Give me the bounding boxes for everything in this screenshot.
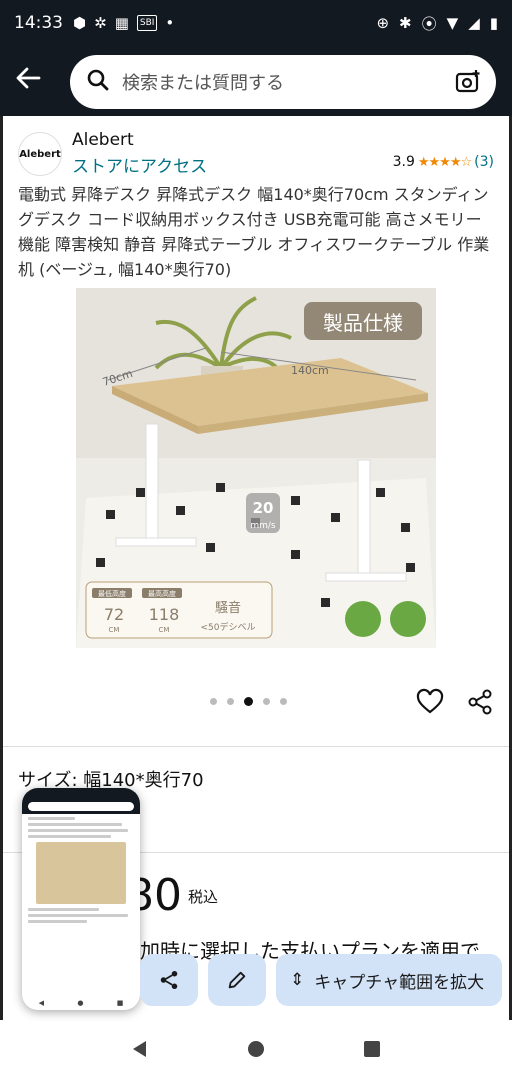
carousel-dot-active xyxy=(244,697,253,706)
noise-value: <50デシベル xyxy=(201,621,256,633)
search-bar[interactable]: 検索または質問する xyxy=(70,55,496,109)
min-height-value: 72 xyxy=(104,605,124,624)
cube-icon: ⬢ xyxy=(73,14,87,32)
carousel-dot xyxy=(227,698,234,705)
back-arrow-icon[interactable] xyxy=(14,64,44,94)
calendar-icon: ▦ xyxy=(114,14,129,32)
signal-icon: ◢ xyxy=(468,14,480,32)
data-saver-icon: ⊕ xyxy=(376,14,390,32)
status-time: 14:33 xyxy=(14,13,63,33)
wifi-icon: ▼ xyxy=(446,14,459,32)
rating[interactable]: 3.9 ★★★★☆ (3) xyxy=(393,154,494,170)
rating-value: 3.9 xyxy=(392,154,415,170)
min-height-unit: CM xyxy=(109,626,120,634)
heart-icon[interactable] xyxy=(416,688,444,720)
max-height-unit: CM xyxy=(159,626,170,634)
expand-capture-button[interactable]: ⇕ キャプチャ範囲を拡大 xyxy=(276,954,502,1006)
battery-icon: ▮ xyxy=(489,14,498,32)
star-rating-icon: ★★★★☆ xyxy=(417,154,472,170)
location-icon: ⦿ xyxy=(421,14,437,33)
search-placeholder: 検索または質問する xyxy=(122,73,284,94)
rating-count[interactable]: (3) xyxy=(474,154,494,170)
noise-label: 騒音 xyxy=(215,600,241,616)
dot-icon: • xyxy=(165,14,175,32)
camera-search-icon[interactable] xyxy=(454,68,482,100)
store-link[interactable]: ストアにアクセス xyxy=(72,152,207,177)
screenshot-overlay: ◀ ● ■ ⇕ キャプチャ範囲を拡大 xyxy=(10,788,502,1014)
status-left-icons: ⬢ ✲ ▦ SBI • xyxy=(73,14,174,32)
sbi-icon: SBI xyxy=(136,15,158,31)
search-icon xyxy=(86,68,110,96)
pencil-icon xyxy=(228,971,246,989)
share-icon xyxy=(160,970,178,990)
status-right-icons: ⊕ ✱ ⦿ ▼ ◢ ▮ xyxy=(376,13,498,34)
recents-nav-icon[interactable] xyxy=(362,1039,382,1063)
speed-unit: mm/s xyxy=(250,521,276,531)
overlay-edit-button[interactable] xyxy=(208,954,266,1006)
carousel-indicator xyxy=(210,697,287,706)
expand-vertical-icon: ⇕ xyxy=(290,970,305,990)
status-bar: 14:33 ⬢ ✲ ▦ SBI • ⊕ ✱ ⦿ ▼ ◢ ▮ xyxy=(0,0,512,46)
divider xyxy=(3,746,509,747)
bluetooth-icon: ✱ xyxy=(399,14,412,32)
top-bar: 検索または質問する xyxy=(0,46,512,116)
home-nav-icon[interactable] xyxy=(246,1039,266,1063)
product-image[interactable]: 140cm 70cm 製品仕様 20 mm/s 最低高度 72 CM 最高高度 … xyxy=(76,288,436,648)
max-height-value: 118 xyxy=(149,605,180,624)
brand-logo[interactable]: Alebert xyxy=(18,132,62,176)
carousel-dot xyxy=(263,698,270,705)
carousel-dot xyxy=(280,698,287,705)
brand-row: Alebert Alebert ストアにアクセス 3.9 ★★★★☆ (3) xyxy=(18,128,494,178)
carousel-dot xyxy=(210,698,217,705)
screenshot-thumbnail[interactable]: ◀ ● ■ xyxy=(22,788,140,1010)
overlay-share-button[interactable] xyxy=(140,954,198,1006)
max-height-label: 最高高度 xyxy=(148,589,176,598)
system-nav-bar xyxy=(0,1022,512,1080)
speed-value: 20 xyxy=(253,499,274,517)
spec-badge: 製品仕様 xyxy=(323,311,403,335)
pinwheel-icon: ✲ xyxy=(94,14,107,32)
back-nav-icon[interactable] xyxy=(130,1039,150,1063)
product-title: 電動式 昇降デスク 昇降式デスク 幅140*奥行70cm スタンディングデスク … xyxy=(18,185,490,279)
brand-name: Alebert xyxy=(72,130,134,150)
expand-capture-label: キャプチャ範囲を拡大 xyxy=(314,972,485,993)
min-height-label: 最低高度 xyxy=(98,589,126,598)
width-label: 140cm xyxy=(291,364,329,377)
share-icon[interactable] xyxy=(466,688,494,720)
